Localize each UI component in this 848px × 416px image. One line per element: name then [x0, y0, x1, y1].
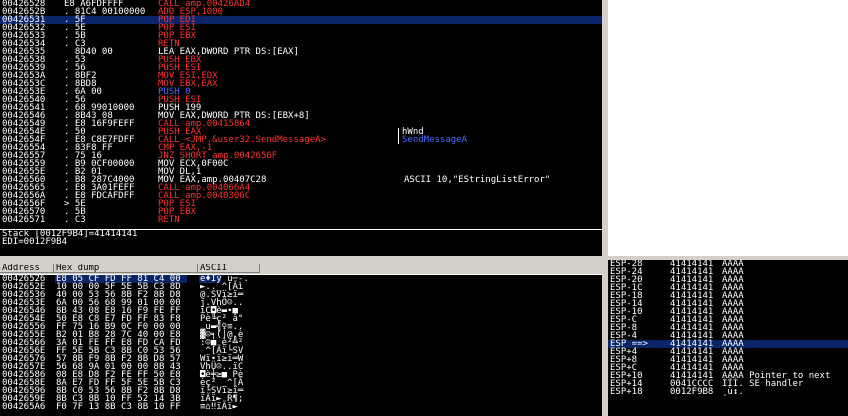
- disasm-address: 00426571: [2, 215, 46, 225]
- dump-header-hex[interactable]: Hex dump: [54, 264, 198, 273]
- info-line-edi: EDI=0012F9B4: [2, 237, 68, 247]
- dump-hex: F0 7F 13 8B C3 8B 10 FF: [56, 402, 181, 412]
- disasm-row[interactable]: 0042656A. E8 FDCAFDFF CALL amp.0040306C: [0, 192, 602, 201]
- dump-ascii: ≡⌂‼ïÃï►: [200, 402, 244, 412]
- disasm-hex: . C3: [64, 215, 86, 225]
- disasm-row[interactable]: 00426549. E8 16F9FEFF CALL amp.00415864: [0, 120, 602, 129]
- stack-value: 0012F9B8: [670, 387, 714, 397]
- stack-comment: ¸ù↕.: [722, 387, 744, 397]
- disasm-comment: ASCII 10,"EStringListError": [404, 175, 551, 185]
- disasm-row[interactable]: 00426571 . C3 RETN: [0, 215, 602, 225]
- disasm-row[interactable]: 00426570. 5B POP EBX: [0, 207, 602, 217]
- stack-offset: ESP+18: [610, 387, 643, 397]
- disasm-row[interactable]: 00426533. 5B POP EBX: [0, 31, 602, 41]
- disasm-instruction: POP EBX: [158, 31, 196, 41]
- info-pane: Stack [0012F9B4]=41414141 EDI=0012F9B4: [0, 230, 602, 256]
- disasm-row[interactable]: 0042653E. 6A 00 PUSH 0: [0, 88, 602, 97]
- dump-row[interactable]: 004265A6 F0 7F 13 8B C3 8B 10 FF ≡⌂‼ïÃï►: [0, 402, 602, 412]
- stack-row[interactable]: ESP+18 0012F9B8 ¸ù↕.: [608, 387, 848, 397]
- disasm-row[interactable]: 00426531. 5F POP EDI: [0, 16, 602, 25]
- disasm-row[interactable]: 00426535 8D40 00 LEA EAX,DWORD PTR DS:[EA…: [0, 48, 602, 57]
- horizontal-splitter[interactable]: [0, 256, 602, 264]
- disasm-comment: SendMessageA: [398, 136, 598, 145]
- disasm-row[interactable]: 0042656F > 5E POP ESI: [0, 200, 602, 209]
- disasm-row[interactable]: 00426532. 5E POP ESI: [0, 24, 602, 33]
- dump-header-address[interactable]: Address: [0, 264, 54, 273]
- hex-dump-pane[interactable]: 00426526 E8 05 CF FD FF 81 C4 00 è♦Ïý ü─-.…: [0, 275, 602, 416]
- stack-pane[interactable]: ESP-28 41414141 AAAA ESP-24 41414141 AAAA ESP-…: [608, 260, 848, 416]
- disasm-instruction: POP EBX: [158, 207, 196, 217]
- disasm-row[interactable]: 0042652B. 81C4 00100000 ADD ESP,1000: [0, 8, 602, 17]
- dump-header-ascii[interactable]: ASCII: [198, 264, 260, 273]
- dump-header: Address Hex dump ASCII: [0, 264, 602, 274]
- info-line-stack: Stack [0012F9B4]=41414141: [2, 230, 138, 239]
- disasm-instruction: MOV EBX,EAX: [158, 79, 218, 89]
- disasm-row[interactable]: 00426538. 53 PUSH EBX: [0, 56, 602, 65]
- disasm-instruction: RETN: [158, 215, 180, 225]
- dump-address: 004265A6: [2, 402, 46, 412]
- disassembly-pane[interactable]: 00426528 E8 A6FDFFFF CALL amp.00426AD4 0042…: [0, 0, 602, 229]
